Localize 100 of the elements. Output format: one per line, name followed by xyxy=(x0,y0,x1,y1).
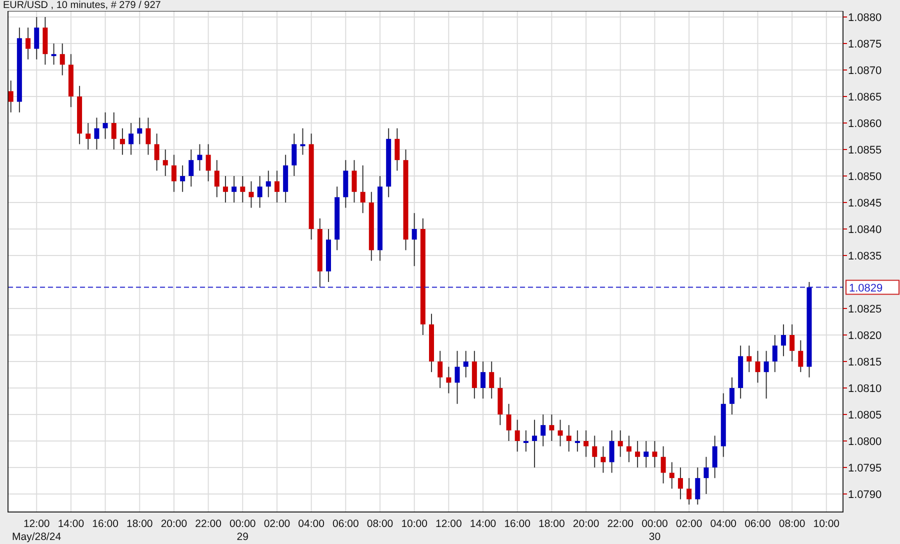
candlestick xyxy=(343,160,348,208)
candlestick xyxy=(592,435,598,468)
price-axis-label: 1.0810 xyxy=(848,382,882,395)
candlestick xyxy=(197,144,202,172)
candlestick xyxy=(618,430,623,458)
candlestick xyxy=(660,446,666,484)
candlestick xyxy=(446,366,452,394)
ref-line-label: 1.0829 xyxy=(849,282,883,294)
price-axis-label: 1.0790 xyxy=(848,488,882,501)
candlestick xyxy=(584,430,589,458)
candlestick xyxy=(60,43,65,76)
candlestick xyxy=(162,148,168,176)
candlestick xyxy=(171,154,176,192)
price-axis-label: 1.0880 xyxy=(848,12,882,24)
candlestick xyxy=(154,133,160,172)
candlestick xyxy=(317,218,322,288)
candlestick xyxy=(283,154,288,203)
price-axis-label: 1.0840 xyxy=(848,224,882,236)
time-axis-label: 02:00 xyxy=(676,518,702,530)
price-axis-label: 1.0825 xyxy=(848,303,882,316)
price-axis-label: 1.0875 xyxy=(848,38,882,50)
time-axis-label: 20:00 xyxy=(572,518,600,530)
candlestick xyxy=(26,27,31,60)
candlestick xyxy=(214,160,220,198)
candlestick xyxy=(368,191,374,262)
candlestick xyxy=(678,466,683,500)
candlestick xyxy=(206,144,211,182)
candlestick xyxy=(146,117,151,156)
candlestick xyxy=(111,112,116,150)
candlestick xyxy=(120,128,125,156)
candlestick xyxy=(240,175,246,203)
candlestick xyxy=(600,446,606,474)
candlestick xyxy=(514,419,520,452)
candlestick xyxy=(102,112,108,140)
candlestick xyxy=(386,128,392,198)
price-axis-label: 1.0815 xyxy=(848,356,882,368)
price-axis-label: 1.0845 xyxy=(848,197,882,210)
price-axis-label: 1.0865 xyxy=(848,91,882,104)
time-axis-label: 20:00 xyxy=(160,518,188,530)
candlestick xyxy=(540,414,546,447)
time-axis-label: 02:00 xyxy=(264,518,290,530)
time-axis-label: 18:00 xyxy=(538,518,565,530)
time-axis-label: 14:00 xyxy=(470,518,496,530)
candlestick xyxy=(574,430,580,452)
time-axis-label: 22:00 xyxy=(607,518,634,530)
candlestick xyxy=(77,85,82,145)
candlestick xyxy=(352,160,357,203)
price-axis-label: 1.0870 xyxy=(848,65,882,77)
candlestick xyxy=(222,175,228,203)
price-axis-label: 1.0805 xyxy=(848,409,882,422)
candlestick xyxy=(463,350,468,378)
candlestick xyxy=(274,170,280,203)
candlestick xyxy=(704,456,709,494)
candlestick xyxy=(798,340,804,373)
candlestick xyxy=(489,360,494,400)
candlestick xyxy=(738,345,744,400)
candlestick xyxy=(472,350,477,400)
time-axis-label: 08:00 xyxy=(366,518,394,530)
candlestick xyxy=(326,228,331,282)
price-axis-label: 1.0850 xyxy=(848,170,882,183)
candlestick xyxy=(438,350,443,388)
time-axis-label: 00:00 xyxy=(642,518,668,530)
candlestick xyxy=(429,313,434,373)
candlestick xyxy=(360,164,366,214)
candlestick xyxy=(394,128,400,172)
candlestick xyxy=(644,440,649,468)
time-axis-label: 06:00 xyxy=(332,518,359,530)
candlestick xyxy=(549,414,554,442)
time-axis-label: 16:00 xyxy=(504,518,530,530)
candlestick xyxy=(51,43,56,66)
candlestick xyxy=(94,117,100,150)
candlestick xyxy=(42,16,48,66)
candlestick xyxy=(635,440,640,468)
price-axis-label: 1.0820 xyxy=(848,330,882,342)
time-axis-label: 06:00 xyxy=(744,518,771,530)
candlestick xyxy=(686,478,692,506)
candlestick xyxy=(609,430,614,474)
candlestick xyxy=(180,164,186,192)
candlestick xyxy=(266,170,271,198)
time-axis-label: 22:00 xyxy=(195,518,222,530)
candlestick xyxy=(720,392,726,458)
candlestick xyxy=(780,324,786,357)
candlestick xyxy=(454,350,460,404)
candlestick xyxy=(128,122,134,156)
price-axis-label: 1.0835 xyxy=(848,250,882,262)
candlestick xyxy=(695,466,700,506)
candlestick xyxy=(480,360,486,400)
time-axis-label: 10:00 xyxy=(401,518,428,530)
candlestick xyxy=(566,424,572,452)
candlestick xyxy=(86,122,91,150)
candlestick xyxy=(746,345,752,373)
time-axis-label: 12:00 xyxy=(23,518,50,530)
time-axis-label: 04:00 xyxy=(298,518,324,530)
candlestick xyxy=(532,419,538,468)
candlestick xyxy=(8,80,14,113)
time-axis-label: 04:00 xyxy=(710,518,737,530)
candlestick xyxy=(257,175,262,208)
time-axis-label: 16:00 xyxy=(92,518,118,530)
candlestick xyxy=(300,128,306,156)
price-axis-label: 1.0860 xyxy=(848,118,882,130)
